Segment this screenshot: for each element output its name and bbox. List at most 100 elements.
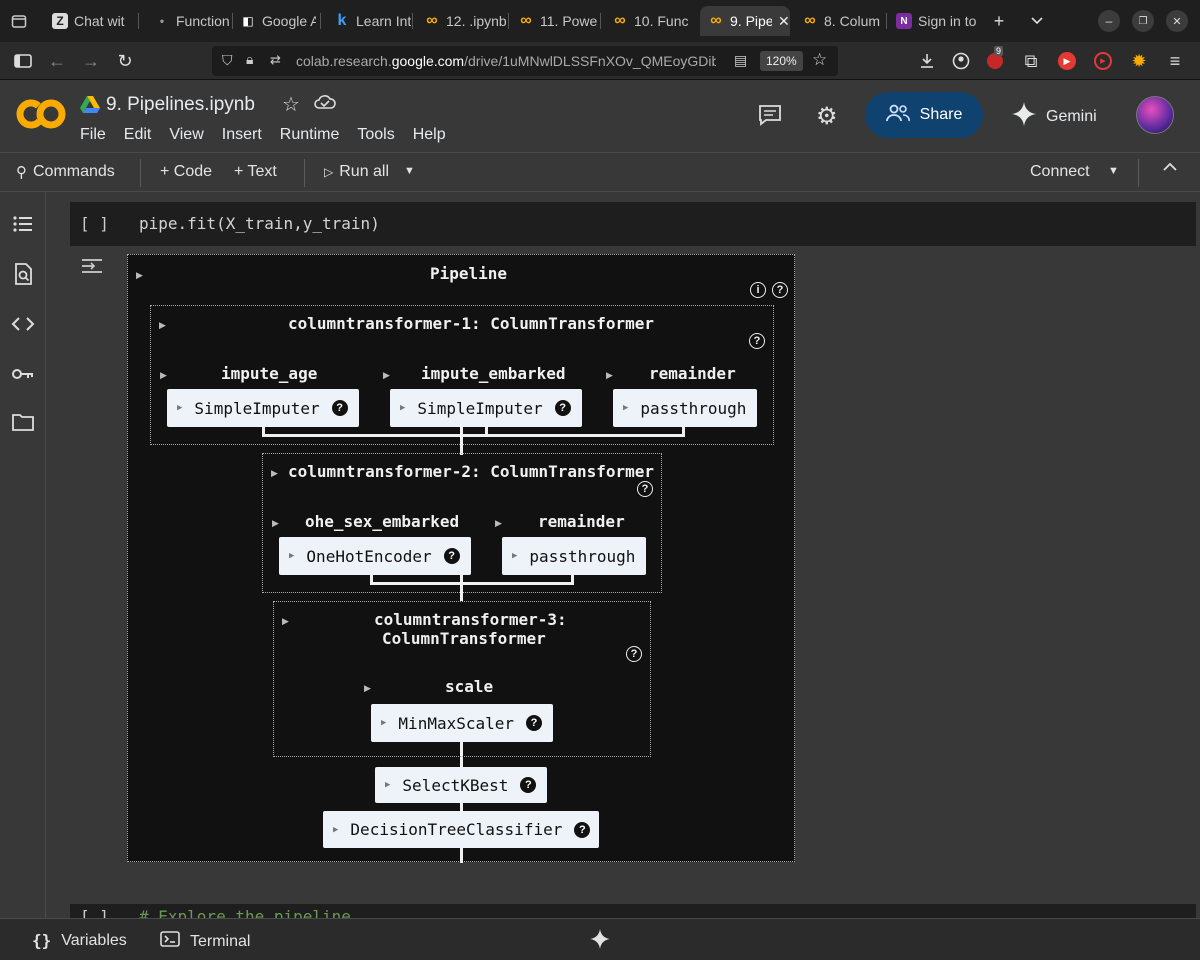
- run-all-button[interactable]: ▷ Run all: [324, 163, 389, 181]
- help-icon[interactable]: ?: [772, 282, 788, 298]
- help-icon[interactable]: ?: [574, 821, 591, 838]
- browser-tab[interactable]: k Learn Int: [326, 6, 412, 36]
- browser-tab[interactable]: Z Chat wit: [44, 6, 130, 36]
- site-permissions-icon[interactable]: ⇄: [270, 52, 281, 68]
- bookmark-star-icon[interactable]: ☆: [812, 50, 827, 70]
- record-icon[interactable]: ▶: [1092, 50, 1114, 72]
- comment-icon[interactable]: [758, 104, 782, 131]
- commands-button[interactable]: ⚲ Commands: [16, 163, 115, 181]
- expand-triangle-icon[interactable]: ▶: [272, 518, 279, 529]
- gemini-sparkle-icon[interactable]: [590, 929, 610, 949]
- menu-tools[interactable]: Tools: [357, 126, 394, 144]
- browser-tab[interactable]: ∞ 8. Colum: [794, 6, 884, 36]
- variables-button[interactable]: {} Variables: [32, 931, 127, 950]
- estimator-decisiontreeclassifier[interactable]: ▶ DecisionTreeClassifier?: [323, 811, 599, 848]
- expand-triangle-icon[interactable]: ▶: [282, 616, 289, 627]
- help-icon[interactable]: ?: [331, 400, 348, 416]
- expand-triangle-icon[interactable]: ▶: [495, 518, 502, 529]
- menu-edit[interactable]: Edit: [124, 126, 152, 144]
- minimize-icon[interactable]: –: [1098, 10, 1120, 32]
- estimator-simpleimputer[interactable]: ▶ SimpleImputer?: [167, 389, 359, 427]
- columntransformer-2-label[interactable]: columntransformer-2: ColumnTransformer: [288, 462, 654, 481]
- reload-icon[interactable]: ↻: [114, 50, 136, 72]
- find-replace-icon[interactable]: [11, 262, 35, 286]
- expand-triangle-icon[interactable]: ▶: [383, 370, 390, 381]
- expand-triangle-icon[interactable]: ▶: [159, 320, 166, 331]
- help-icon[interactable]: ?: [443, 548, 460, 564]
- estimator-minmaxscaler[interactable]: ▶ MinMaxScaler?: [371, 704, 553, 742]
- impute-age-label[interactable]: impute_age: [221, 364, 317, 383]
- cloud-saved-icon[interactable]: [314, 94, 336, 115]
- code-snippets-icon[interactable]: [11, 312, 35, 336]
- menu-help[interactable]: Help: [413, 126, 446, 144]
- browser-tab[interactable]: • Function: [146, 6, 230, 36]
- browser-tab[interactable]: ∞ 11. Powe: [510, 6, 598, 36]
- extension-badge-icon[interactable]: 9: [984, 46, 1006, 72]
- colab-logo[interactable]: [16, 96, 66, 132]
- extensions-puzzle-icon[interactable]: ⧉: [1020, 50, 1042, 72]
- estimator-passthrough[interactable]: ▶ passthrough: [502, 537, 646, 575]
- youtube-icon[interactable]: ▶: [1056, 50, 1078, 72]
- code-cell[interactable]: [ ] # Explore the pipeline: [70, 904, 1196, 918]
- help-icon[interactable]: ?: [626, 646, 642, 662]
- download-icon[interactable]: [916, 50, 938, 72]
- sun-icon[interactable]: ✹: [1128, 50, 1150, 72]
- browser-tab-active[interactable]: ∞ 9. Pipe ✕: [700, 6, 790, 36]
- estimator-selectkbest[interactable]: ▶ SelectKBest?: [375, 767, 547, 803]
- help-icon[interactable]: ?: [554, 400, 571, 416]
- browser-tab[interactable]: ◧ Google A: [232, 6, 316, 36]
- connect-dropdown-icon[interactable]: ▼: [1108, 165, 1119, 177]
- chevron-down-icon[interactable]: [1026, 10, 1048, 32]
- share-button[interactable]: Share: [865, 92, 983, 138]
- sidebar-toggle-icon[interactable]: [12, 50, 34, 72]
- cell-code-text[interactable]: # Explore the pipeline: [139, 907, 351, 918]
- estimator-simpleimputer[interactable]: ▶ SimpleImputer?: [390, 389, 582, 427]
- browser-tab[interactable]: N Sign in to: [888, 6, 980, 36]
- restore-icon[interactable]: ❐: [1132, 10, 1154, 32]
- terminal-button[interactable]: Terminal: [160, 931, 250, 952]
- info-icon[interactable]: i: [750, 282, 766, 298]
- run-options-dropdown-icon[interactable]: ▼: [404, 165, 415, 177]
- add-code-button[interactable]: + Code: [160, 163, 212, 181]
- expand-triangle-icon[interactable]: ▶: [271, 468, 278, 479]
- help-icon[interactable]: ?: [637, 481, 653, 497]
- remainder-label[interactable]: remainder: [649, 364, 736, 383]
- account-icon[interactable]: [950, 50, 972, 72]
- collapse-header-icon[interactable]: [1162, 161, 1178, 173]
- menu-file[interactable]: File: [80, 126, 106, 144]
- menu-insert[interactable]: Insert: [222, 126, 262, 144]
- settings-gear-icon[interactable]: ⚙: [816, 102, 838, 131]
- run-cell-button[interactable]: [ ]: [80, 214, 109, 233]
- help-icon[interactable]: ?: [749, 333, 765, 349]
- new-tab-icon[interactable]: +: [988, 10, 1010, 32]
- address-bar[interactable]: ⛉ 🔒︎ ⇄ colab.research.google.com/drive/1…: [212, 46, 838, 76]
- menu-runtime[interactable]: Runtime: [280, 126, 340, 144]
- impute-embarked-label[interactable]: impute_embarked: [421, 364, 566, 383]
- help-icon[interactable]: ?: [526, 715, 543, 731]
- close-window-icon[interactable]: ✕: [1166, 10, 1188, 32]
- estimator-onehotencoder[interactable]: ▶ OneHotEncoder?: [279, 537, 471, 575]
- forward-icon[interactable]: →: [80, 50, 102, 72]
- help-icon[interactable]: ?: [520, 777, 537, 793]
- lock-icon[interactable]: 🔒︎: [246, 51, 253, 68]
- gemini-button[interactable]: Gemini: [1012, 102, 1097, 131]
- table-of-contents-icon[interactable]: [11, 212, 35, 236]
- avatar[interactable]: [1136, 96, 1174, 134]
- secrets-key-icon[interactable]: [11, 362, 35, 386]
- cell-code[interactable]: pipe.fit(X_train,y_train): [139, 214, 380, 233]
- browser-tab[interactable]: ∞ 12. .ipynb: [416, 6, 506, 36]
- add-text-button[interactable]: + Text: [234, 163, 277, 181]
- columntransformer-3-label[interactable]: columntransformer-3:: [374, 610, 567, 629]
- reader-view-icon[interactable]: ▤: [734, 52, 747, 69]
- code-cell[interactable]: [ ] pipe.fit(X_train,y_train): [70, 202, 1196, 246]
- browser-tab[interactable]: ∞ 10. Func: [604, 6, 692, 36]
- shield-icon[interactable]: ⛉: [222, 52, 233, 69]
- back-icon[interactable]: ←: [46, 50, 68, 72]
- star-icon[interactable]: ☆: [282, 92, 300, 117]
- expand-triangle-icon[interactable]: ▶: [364, 683, 371, 694]
- output-actions-icon[interactable]: [80, 256, 104, 276]
- estimator-passthrough[interactable]: ▶ passthrough: [613, 389, 757, 427]
- notebook-title[interactable]: 9. Pipelines.ipynb: [106, 94, 255, 116]
- columntransformer-3-label-line2[interactable]: ColumnTransformer: [382, 629, 546, 648]
- zoom-level[interactable]: 120%: [760, 51, 803, 71]
